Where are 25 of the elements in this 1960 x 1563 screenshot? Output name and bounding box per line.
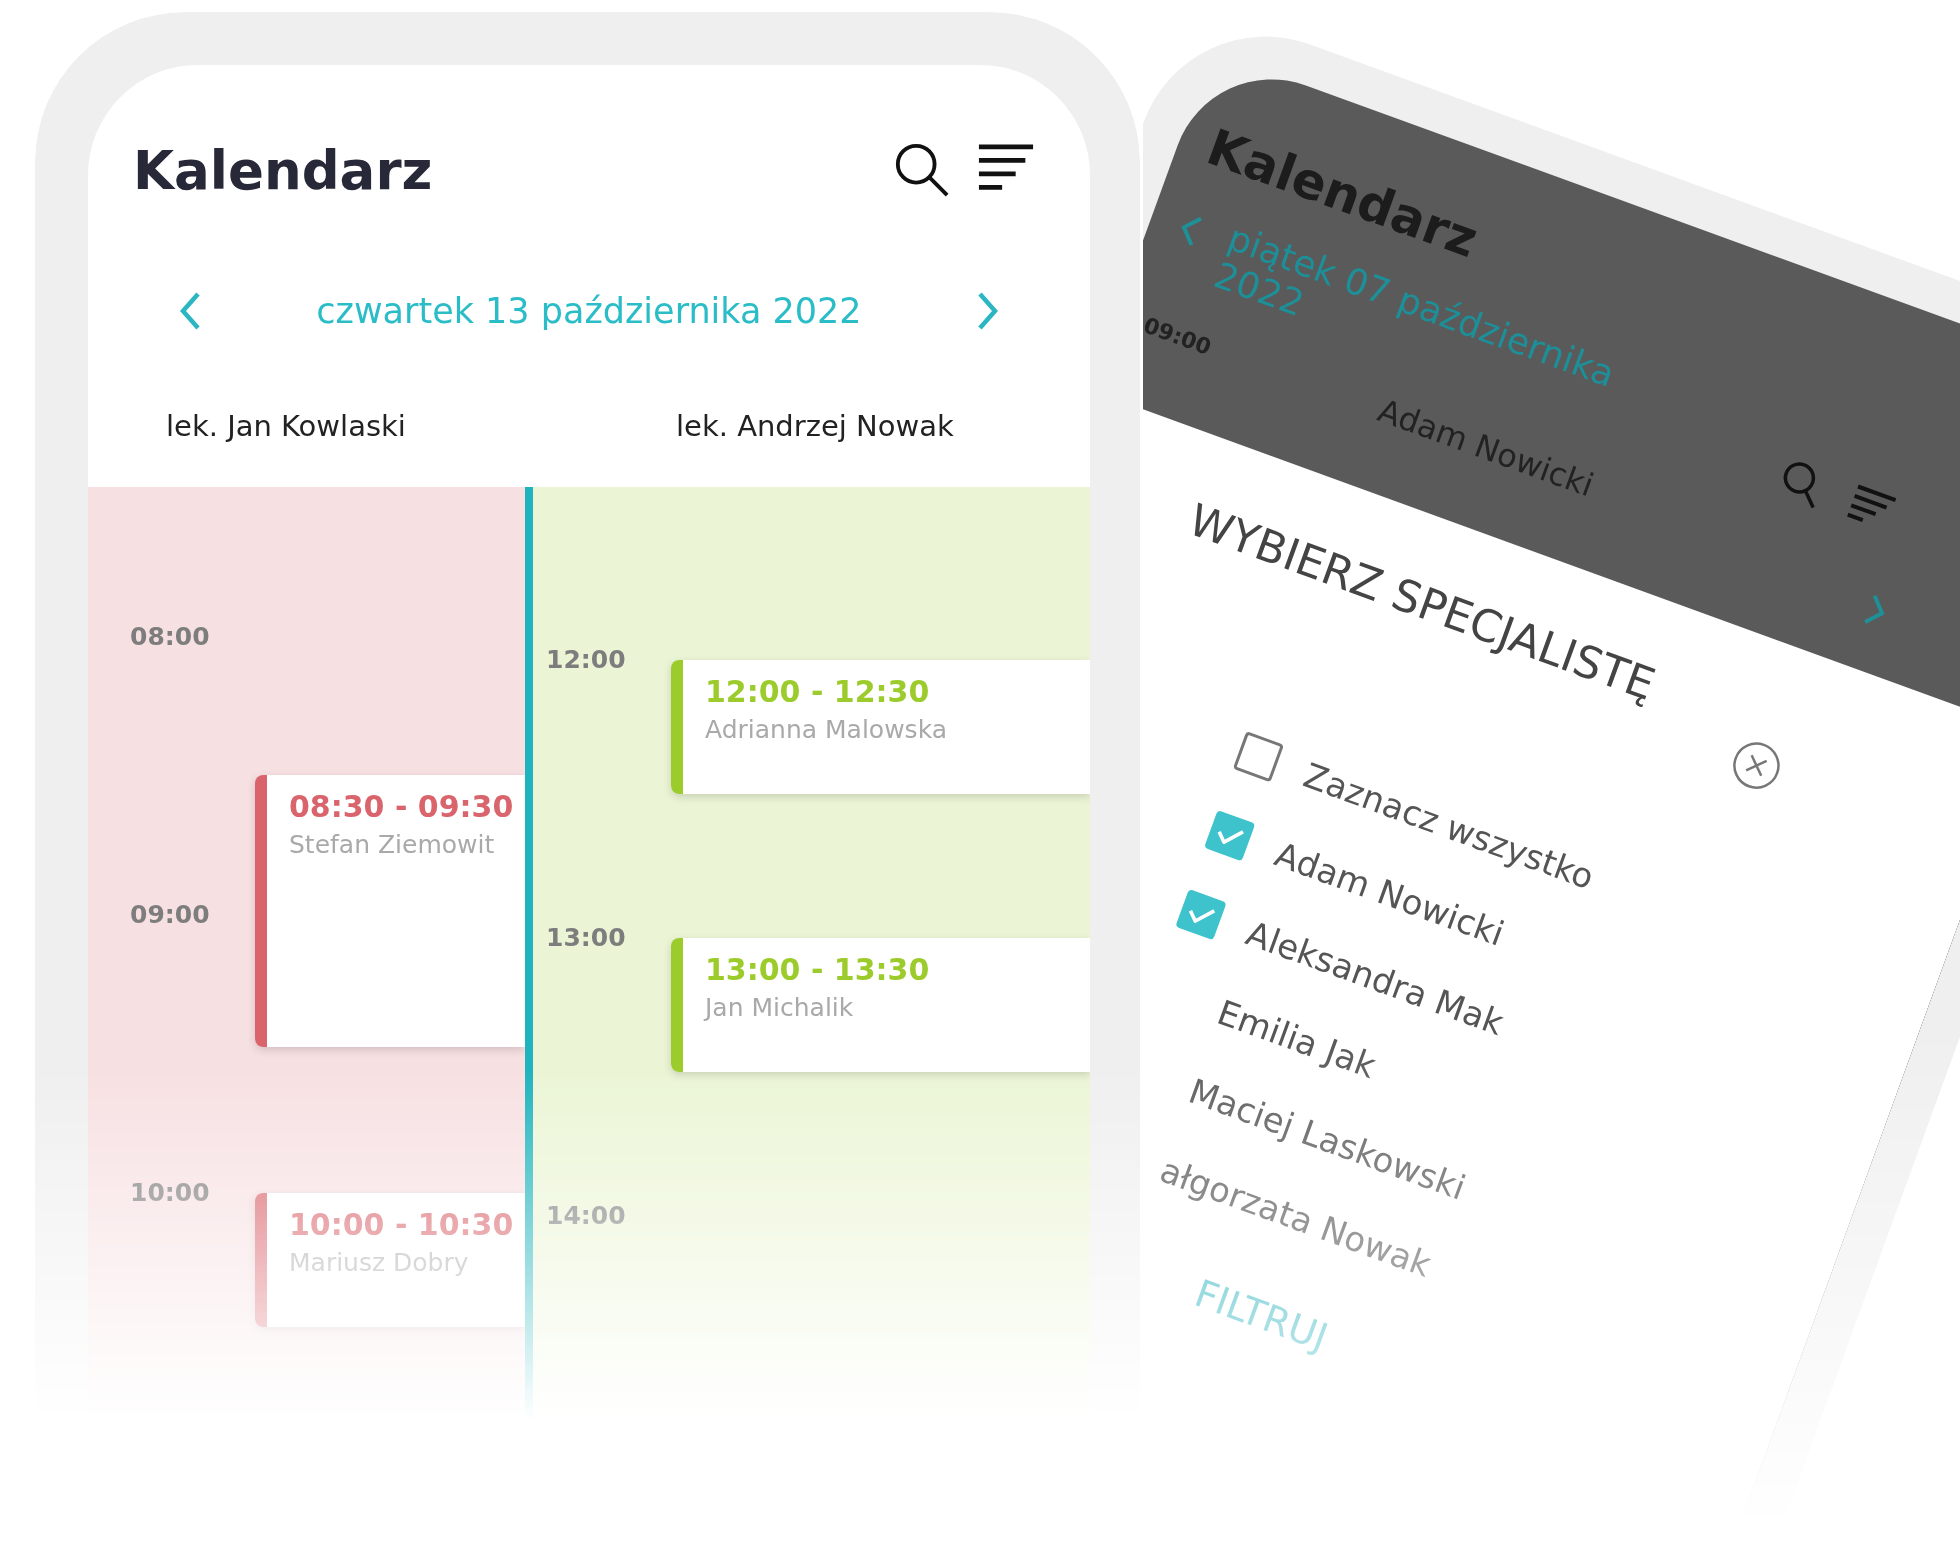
appointment-card[interactable]: 12:00 - 12:30 Adrianna Malowska (671, 660, 1090, 794)
calendar-title: Kalendarz (133, 139, 433, 201)
time-label: 09:00 (1143, 311, 1215, 362)
date-label: czwartek 13 października 2022 (316, 291, 862, 331)
appointment-time: 08:30 - 09:30 (289, 789, 514, 824)
checkbox[interactable] (1232, 731, 1285, 783)
patient-name: Adrianna Malowska (705, 715, 947, 744)
appointment-card[interactable]: 08:30 - 09:30 Stefan Ziemowit (255, 775, 525, 1047)
appointment-time: 10:00 - 10:30 (289, 1207, 514, 1242)
search-icon[interactable] (893, 141, 951, 199)
time-label: 09:00 (130, 900, 211, 931)
doctor-name: lek. Andrzej Nowak (676, 409, 954, 445)
time-label: 13:00 (546, 923, 627, 954)
patient-name: Stefan Ziemowit (289, 830, 496, 859)
appointment-time: 13:00 - 13:30 (705, 952, 930, 987)
time-label: 10:00 (130, 1178, 211, 1209)
doctor-name: lek. Jan Kowlaski (165, 409, 407, 445)
appointment-time: 12:00 - 12:30 (705, 674, 931, 709)
appointment-card[interactable]: 13:00 - 13:30 Jan Michalik (671, 938, 1090, 1072)
chevron-left-icon[interactable] (178, 291, 202, 331)
time-label: 12:00 (546, 645, 627, 676)
patient-name: Jan Michalik (705, 993, 855, 1022)
time-label: 08:00 (130, 622, 211, 653)
time-label: 14:00 (546, 1201, 627, 1232)
chevron-right-icon[interactable] (976, 291, 1000, 331)
